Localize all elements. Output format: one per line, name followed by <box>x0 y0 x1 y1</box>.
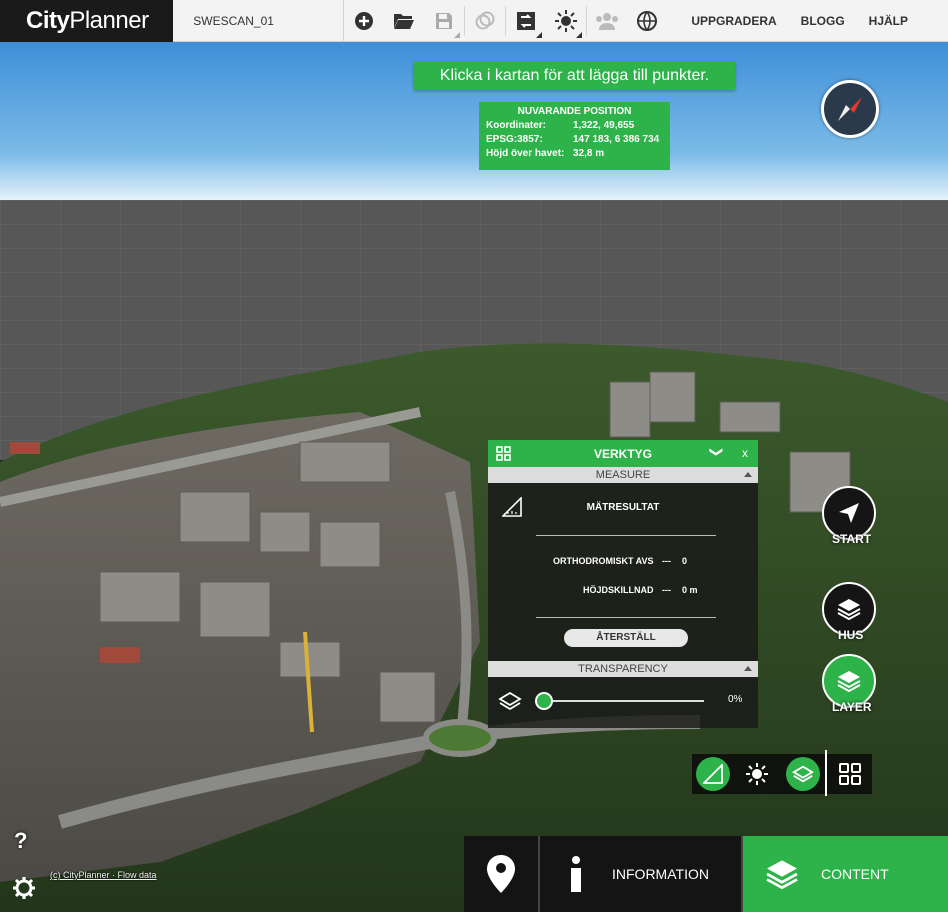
menu-blog[interactable]: BLOGG <box>801 14 845 28</box>
grid-icon[interactable] <box>496 446 511 461</box>
transparency-section-label: TRANSPARENCY <box>578 663 668 675</box>
height-diff-label: HÖJDSKILLNAD <box>583 585 654 595</box>
reset-button[interactable]: ÅTERSTÄLL <box>564 629 688 647</box>
layers-swap-button[interactable] <box>506 0 546 42</box>
layer-tool-button[interactable] <box>786 757 820 791</box>
sun-tool-button[interactable] <box>740 757 774 791</box>
compass-button[interactable] <box>821 80 879 138</box>
cityplanner-logo[interactable]: City Planner <box>0 0 174 42</box>
sun-icon <box>746 763 768 785</box>
position-panel: NUVARANDE POSITION Koordinater: 1,322, 49… <box>479 102 670 170</box>
bottom-bar: INFORMATION CONTENT <box>464 836 948 912</box>
folder-open-icon <box>394 13 415 29</box>
position-row-altitude: Höjd över havet: 32,8 m <box>486 147 663 161</box>
logo-text-light: Planner <box>69 6 149 34</box>
save-icon <box>436 12 453 29</box>
tools-panel: VERKTYG ❯ x MEASURE MÄTRESULTAT ORTHODRO… <box>488 440 758 728</box>
top-menu: UPPGRADERA BLOGG HJÄLP <box>667 14 908 28</box>
position-value: 147 183, 6 386 734 <box>573 134 660 145</box>
ortho-dash: --- <box>662 556 671 566</box>
height-diff-value: 0 m <box>682 585 698 595</box>
terrain-3d <box>0 343 948 912</box>
divider <box>536 617 716 618</box>
users-icon <box>596 12 619 30</box>
position-row-epsg: EPSG:3857: 147 183, 6 386 734 <box>486 133 663 147</box>
collapse-icon <box>744 472 752 477</box>
position-label: Koordinater: <box>486 120 546 131</box>
measure-section-label: MEASURE <box>595 469 651 481</box>
measure-section-header[interactable]: MEASURE <box>488 467 758 483</box>
map-pin-icon <box>487 855 515 893</box>
ortho-label: ORTHODROMISKT AVS <box>553 556 654 566</box>
layer-icon <box>792 765 814 783</box>
transparency-value: 0% <box>728 694 743 705</box>
minimize-button[interactable]: ❯ <box>709 447 725 458</box>
layers-icon <box>837 599 861 620</box>
quick-tools-bar <box>692 750 872 796</box>
location-button[interactable] <box>464 836 540 912</box>
add-icon <box>355 11 374 30</box>
duplicate-button[interactable] <box>465 0 505 42</box>
send-icon <box>839 503 859 523</box>
toolbar-icons <box>344 0 667 42</box>
ortho-value: 0 <box>682 556 688 566</box>
users-button[interactable] <box>587 0 627 42</box>
duplicate-icon <box>475 11 495 29</box>
information-label: INFORMATION <box>612 866 709 882</box>
menu-upgrade[interactable]: UPPGRADERA <box>691 14 776 28</box>
layers-icon <box>743 859 821 889</box>
globe-button[interactable] <box>627 0 667 42</box>
height-diff-dash: --- <box>662 585 671 595</box>
layer-icon <box>498 691 522 711</box>
logo-text-bold: City <box>26 6 70 34</box>
transparency-slider-handle[interactable] <box>535 692 553 710</box>
collapse-icon <box>744 666 752 671</box>
transparency-slider-track[interactable] <box>540 700 704 702</box>
position-row-coordinates: Koordinater: 1,322, 49,655 <box>486 119 663 133</box>
info-icon <box>540 855 612 893</box>
transparency-section: 0% <box>488 677 758 727</box>
menu-help[interactable]: HJÄLP <box>869 14 908 28</box>
layers-icon <box>837 671 861 692</box>
map-credit[interactable]: (c) CityPlanner · Flow data <box>50 870 157 880</box>
ruler-icon <box>703 764 723 784</box>
content-label: CONTENT <box>821 866 889 882</box>
grid-tool-button[interactable] <box>833 757 867 791</box>
layers-swap-icon <box>517 11 536 30</box>
start-label: START <box>832 532 872 546</box>
divider <box>536 535 716 536</box>
project-name[interactable]: SWESCAN_01 <box>173 0 345 42</box>
open-button[interactable] <box>384 0 424 42</box>
measure-section: MÄTRESULTAT ORTHODROMISKT AVS --- 0 HÖJD… <box>488 483 758 661</box>
close-button[interactable]: x <box>742 446 748 460</box>
instruction-banner: Klicka i kartan för att lägga till punkt… <box>414 62 735 90</box>
measure-tool-button[interactable] <box>696 757 730 791</box>
save-button[interactable] <box>424 0 464 42</box>
transparency-section-header[interactable]: TRANSPARENCY <box>488 661 758 677</box>
add-button[interactable] <box>344 0 384 42</box>
tools-panel-header: VERKTYG ❯ x <box>488 440 758 467</box>
position-label: EPSG:3857: <box>486 134 543 145</box>
position-value: 1,322, 49,655 <box>573 120 635 131</box>
hus-label: HUS <box>838 628 864 642</box>
position-title: NUVARANDE POSITION <box>517 106 632 117</box>
globe-icon <box>637 10 658 31</box>
divider <box>825 750 827 796</box>
measure-result-title: MÄTRESULTAT <box>586 502 660 513</box>
gear-icon[interactable] <box>12 876 36 900</box>
content-button[interactable]: CONTENT <box>743 836 948 912</box>
information-button[interactable]: INFORMATION <box>540 836 743 912</box>
position-label: Höjd över havet: <box>486 148 565 159</box>
map-viewport[interactable]: Klicka i kartan för att lägga till punkt… <box>0 42 948 912</box>
position-value: 32,8 m <box>573 148 605 159</box>
top-bar: City Planner SWESCAN_01 UPPGRADERA BLOGG… <box>0 0 948 42</box>
sun-button[interactable] <box>546 0 586 42</box>
layer-label: LAYER <box>832 700 872 714</box>
sun-icon <box>555 9 578 32</box>
help-button[interactable]: ? <box>14 828 27 854</box>
compass-icon <box>838 97 862 121</box>
grid-icon <box>839 763 861 785</box>
